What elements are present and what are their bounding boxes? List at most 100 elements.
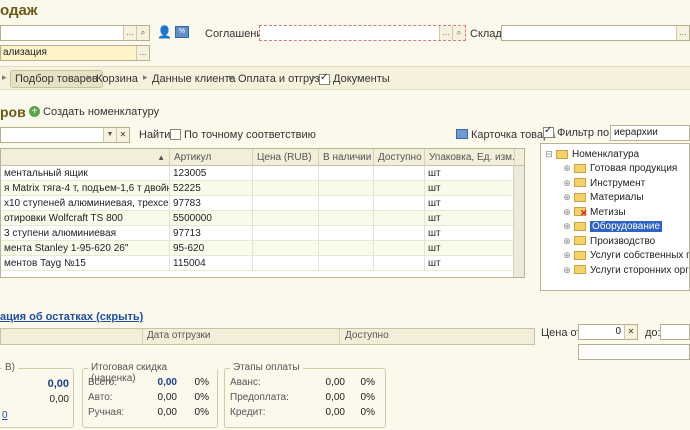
table-row[interactable]: я Matrix тяга-4 т, подъем-1,6 т двойное … xyxy=(1,181,515,196)
search-icon[interactable]: ⌕ xyxy=(136,26,149,40)
stock-info-link[interactable]: ация об остатках (скрыть) xyxy=(0,311,143,323)
operation-field[interactable]: ализация … xyxy=(0,45,150,61)
price-to-label: до: xyxy=(645,327,661,339)
cell-unit: шт xyxy=(425,166,515,181)
tree-item[interactable]: ⊕ Производство xyxy=(563,234,655,248)
row-percent: 0% xyxy=(194,407,209,418)
chevron-down-icon[interactable]: ▼ xyxy=(103,128,116,142)
counterparty-field[interactable]: … ⌕ xyxy=(0,25,150,41)
tree-item[interactable]: ⊕ ✕ Метизы xyxy=(563,205,625,219)
tree-item[interactable]: ⊕ Материалы xyxy=(563,190,643,204)
scrollbar[interactable] xyxy=(513,166,524,277)
table-row[interactable]: 3 ступени алюминиевая 97713 шт xyxy=(1,226,515,241)
column-ship-date[interactable]: Дата отгрузки xyxy=(147,330,211,341)
table-row[interactable]: х10 ступеней алюминиевая, трехсекцион...… xyxy=(1,196,515,211)
column-article[interactable]: Артикул xyxy=(170,149,253,166)
folder-icon xyxy=(574,178,586,188)
cell-name: отировки Wolfcraft TS 800 xyxy=(1,211,170,226)
cell-unit: шт xyxy=(425,256,515,271)
total-amount: 0,00 xyxy=(47,378,69,390)
row-percent: 0% xyxy=(360,377,375,388)
category-tree[interactable]: ⊟ Номенклатура ⊕ Готовая продукция ⊕ Инструм… xyxy=(540,143,690,291)
expand-icon[interactable]: ⊕ xyxy=(563,234,571,248)
cell-unit: шт xyxy=(425,226,515,241)
table-row[interactable]: отировки Wolfcraft TS 800 5500000 шт xyxy=(1,211,515,226)
column-name[interactable]: ▲ xyxy=(1,149,170,166)
column-unit[interactable]: Упаковка, Ед. изм. xyxy=(425,149,515,166)
warehouse-field[interactable]: … xyxy=(501,25,690,41)
filter-checkbox[interactable] xyxy=(543,125,554,138)
table-row[interactable]: ментов Tayg №15 115004 шт xyxy=(1,256,515,271)
tree-item[interactable]: ⊕ Готовая продукция xyxy=(563,161,677,175)
products-table[interactable]: ▲ Артикул Цена (RUB) В наличии Доступно … xyxy=(0,148,525,278)
column-in-stock[interactable]: В наличии xyxy=(319,149,374,166)
card-icon[interactable]: % xyxy=(175,26,189,38)
tree-item-label: Услуги собственных подр xyxy=(590,250,689,261)
agreement-field[interactable]: … ⌕ xyxy=(259,25,466,41)
column-stock-available[interactable]: Доступно xyxy=(345,330,389,341)
price-from-input[interactable]: 0 ✕ xyxy=(578,324,638,340)
window-title: одаж xyxy=(0,2,38,19)
row-percent: 0% xyxy=(360,407,375,418)
expand-icon[interactable]: ⊕ xyxy=(563,248,571,262)
filter-select[interactable]: иерархии xyxy=(610,125,690,141)
search-input[interactable]: ▼ ✕ xyxy=(0,127,130,143)
row-percent: 0% xyxy=(360,392,375,403)
stock-table[interactable]: Дата отгрузки Доступно xyxy=(0,328,535,345)
tree-item-label: Услуги сторонних органи xyxy=(590,264,689,276)
expand-icon[interactable]: ⊕ xyxy=(563,205,571,219)
tree-item-label: Оборудование xyxy=(590,221,663,232)
total-group-title: В) xyxy=(2,362,18,373)
chevron-right-icon: ▸ xyxy=(312,72,317,82)
expand-icon[interactable]: ⊕ xyxy=(563,219,571,233)
tab-cart[interactable]: Корзина xyxy=(96,71,138,87)
total-link[interactable]: 0 xyxy=(2,410,8,421)
expand-icon[interactable]: ⊕ xyxy=(563,161,571,175)
tree-item[interactable]: ⊕ Оборудование xyxy=(563,219,663,233)
column-available[interactable]: Доступно xyxy=(374,149,425,166)
select-button[interactable]: … xyxy=(439,26,452,40)
tree-root[interactable]: ⊟ Номенклатура xyxy=(545,147,639,161)
product-card-icon[interactable] xyxy=(456,129,468,139)
exact-match-checkbox[interactable] xyxy=(170,129,181,140)
select-button[interactable]: … xyxy=(123,26,136,40)
cell-name: 3 ступени алюминиевая xyxy=(1,226,170,241)
clear-icon[interactable]: ✕ xyxy=(116,128,129,142)
user-icon[interactable]: 👤 xyxy=(157,25,172,39)
column-warehouse[interactable] xyxy=(1,329,143,344)
tab-documents[interactable]: Документы xyxy=(333,71,390,87)
table-row[interactable]: мента Stanley 1-95-620 26" 95-620 шт xyxy=(1,241,515,256)
folder-icon xyxy=(574,163,586,173)
cell-article: 97783 xyxy=(170,196,253,211)
row-label: Предоплата: xyxy=(230,392,289,403)
create-item-button[interactable]: Создать номенклатуру xyxy=(43,106,159,118)
clear-icon[interactable]: ✕ xyxy=(624,325,637,339)
expand-icon[interactable]: ⊕ xyxy=(563,190,571,204)
tree-item[interactable]: ⊕ Инструмент xyxy=(563,176,645,190)
documents-checkbox[interactable] xyxy=(319,72,330,85)
cell-name: ментов Tayg №15 xyxy=(1,256,170,271)
add-icon[interactable]: + xyxy=(29,106,40,117)
folder-icon: ✕ xyxy=(574,207,588,218)
search-icon[interactable]: ⌕ xyxy=(452,26,465,40)
select-button[interactable]: … xyxy=(136,46,149,60)
tree-item-label: Производство xyxy=(590,235,656,247)
table-row[interactable]: ментальный ящик 123005 шт xyxy=(1,166,515,181)
folder-icon xyxy=(574,236,586,246)
collapse-icon[interactable]: ⊟ xyxy=(545,147,553,161)
cell-unit: шт xyxy=(425,196,515,211)
wizard-tabs: ▸ Подбор товаров ▸ Корзина ▸ Данные клие… xyxy=(0,66,690,90)
expand-icon[interactable]: ⊕ xyxy=(563,263,571,277)
tab-client-data[interactable]: Данные клиента xyxy=(152,71,236,87)
price-to-input[interactable] xyxy=(660,324,690,340)
extra-filter-input[interactable] xyxy=(578,344,690,360)
tree-item[interactable]: ⊕ Услуги собственных подр xyxy=(563,248,689,262)
cell-name: х10 ступеней алюминиевая, трехсекцион... xyxy=(1,196,170,211)
row-label: Авто: xyxy=(88,392,113,403)
find-button[interactable]: Найти xyxy=(139,129,170,141)
expand-icon[interactable]: ⊕ xyxy=(563,176,571,190)
column-price[interactable]: Цена (RUB) xyxy=(253,149,319,166)
tree-item[interactable]: ⊕ Услуги сторонних органи xyxy=(563,263,689,277)
select-button[interactable]: … xyxy=(676,26,689,40)
cell-empty xyxy=(319,196,374,211)
